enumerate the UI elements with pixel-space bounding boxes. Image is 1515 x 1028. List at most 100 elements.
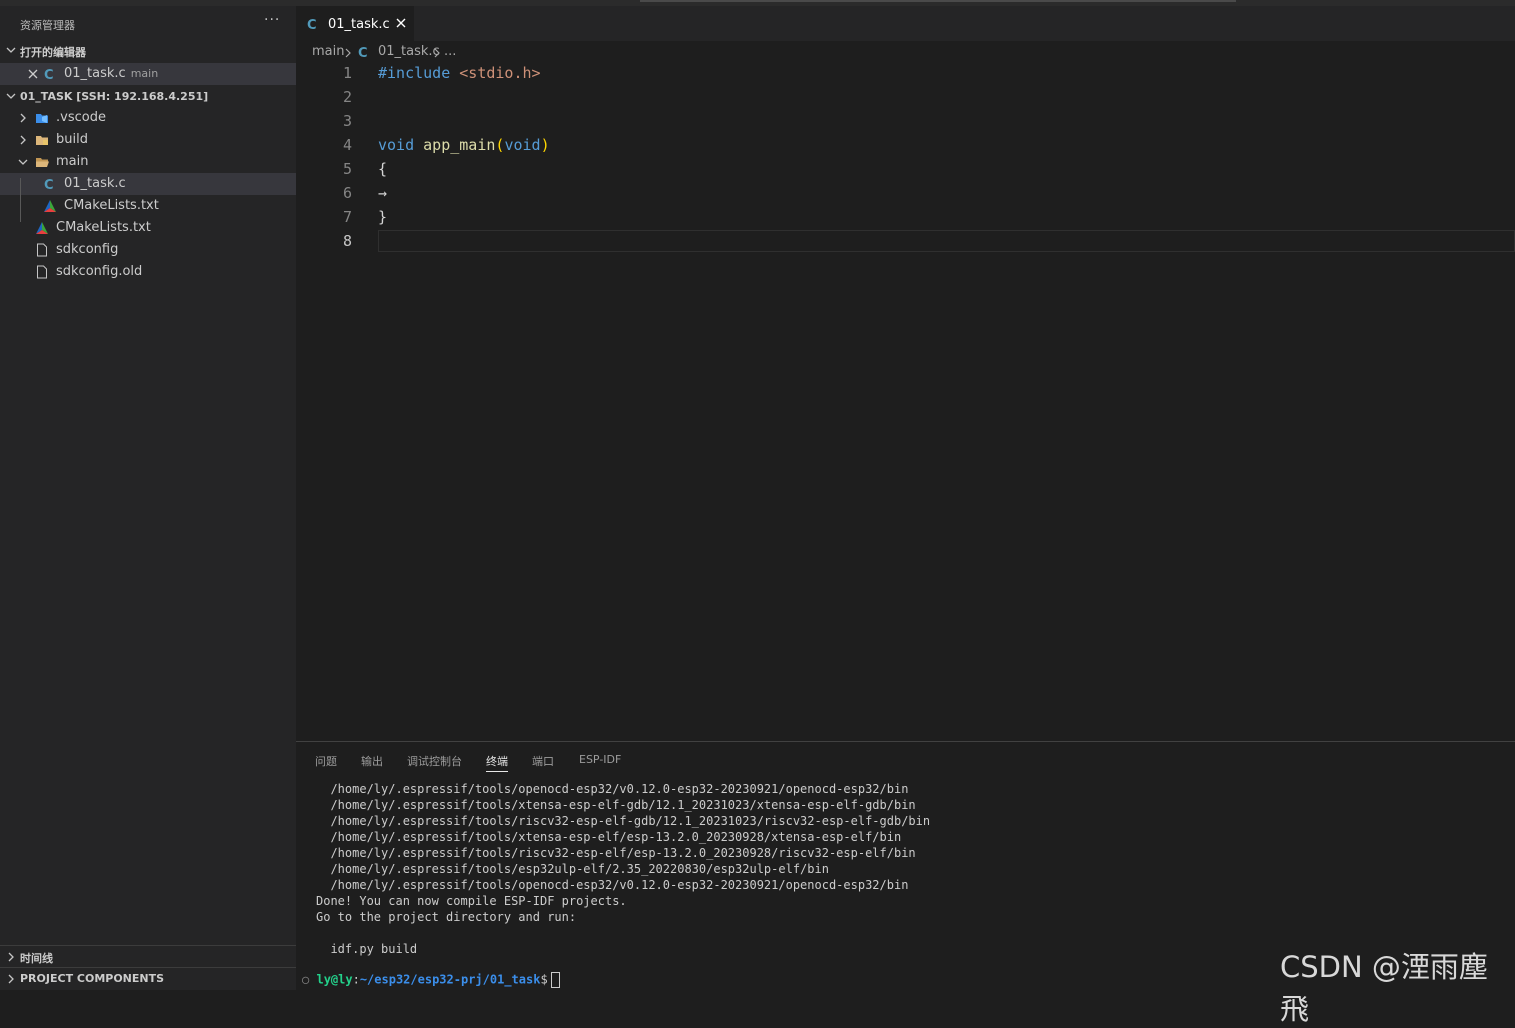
- explorer-header: 资源管理器 ···: [0, 6, 296, 40]
- editor-tab-bar: C 01_task.c: [296, 6, 1515, 42]
- workspace-label: 01_TASK [SSH: 192.168.4.251]: [20, 90, 209, 103]
- breadcrumb-main[interactable]: main: [312, 44, 344, 59]
- tree-item-build[interactable]: build: [0, 129, 296, 151]
- terminal-output[interactable]: /home/ly/.espressif/tools/openocd-esp32/…: [316, 781, 930, 957]
- tree-item-main[interactable]: main: [0, 151, 296, 173]
- title-bar-scroll: [640, 0, 1236, 2]
- tree-item-sdkconfig[interactable]: sdkconfig: [0, 239, 296, 261]
- terminal-line: /home/ly/.espressif/tools/xtensa-esp-elf…: [316, 830, 902, 844]
- code-line: 3: [296, 110, 1515, 134]
- open-editor-item[interactable]: C 01_task.c main: [0, 63, 296, 85]
- timeline-label: 时间线: [20, 952, 53, 965]
- svg-text:C: C: [44, 178, 54, 191]
- tab-debug-console[interactable]: 调试控制台: [407, 753, 462, 769]
- prompt-dollar: $: [540, 972, 548, 987]
- folder-icon: [36, 136, 48, 145]
- open-editor-name: 01_task.c: [64, 66, 126, 81]
- c-file-icon: C: [44, 178, 54, 191]
- watermark: CSDN @湮雨塵飛: [1280, 950, 1488, 1026]
- tab-01-task-c[interactable]: C 01_task.c: [296, 6, 414, 42]
- token-brace-open: {: [378, 160, 388, 178]
- workspace-section[interactable]: 01_TASK [SSH: 192.168.4.251]: [0, 86, 296, 108]
- tree-item-label: .vscode: [56, 110, 106, 125]
- line-number: 6: [342, 184, 352, 202]
- terminal-prompt[interactable]: ○ ly@ly:~/esp32/esp32-prj/01_task$: [302, 972, 560, 988]
- code-editor[interactable]: 1 #include <stdio.h> 2 3 4 void app_main…: [296, 62, 1515, 740]
- breadcrumb-symbol[interactable]: ...: [444, 44, 456, 59]
- terminal-line: Go to the project directory and run:: [316, 910, 577, 924]
- code-line: 7 }: [296, 206, 1515, 230]
- terminal-line: idf.py build: [316, 942, 418, 956]
- tab-ports[interactable]: 端口: [532, 753, 554, 769]
- explorer-title: 资源管理器: [20, 19, 75, 32]
- terminal-line: /home/ly/.espressif/tools/openocd-esp32/…: [316, 878, 909, 892]
- token-function-name: app_main: [423, 136, 496, 154]
- terminal-line: /home/ly/.espressif/tools/openocd-esp32/…: [316, 782, 909, 796]
- chevron-right-icon: [345, 48, 351, 58]
- more-actions-button[interactable]: ···: [264, 12, 280, 28]
- chevron-down-icon: [18, 159, 28, 165]
- terminal-line: /home/ly/.espressif/tools/xtensa-esp-elf…: [316, 798, 916, 812]
- tab-output[interactable]: 输出: [361, 753, 383, 769]
- tree-item-label: sdkconfig: [56, 242, 119, 257]
- project-components-label: PROJECT COMPONENTS: [20, 972, 165, 985]
- folder-open-icon: [36, 158, 49, 167]
- svg-text:C: C: [358, 46, 368, 59]
- chevron-down-icon: [6, 47, 16, 53]
- c-file-icon: C: [44, 68, 54, 81]
- prompt-status-dot: ○: [302, 972, 310, 987]
- vscode-folder-icon: [36, 114, 48, 123]
- code-line: 2: [296, 86, 1515, 110]
- tree-item-01-task-c[interactable]: C 01_task.c: [0, 173, 296, 195]
- tab-problems[interactable]: 问题: [315, 753, 337, 769]
- tree-item-cmakelists[interactable]: CMakeLists.txt: [0, 217, 296, 239]
- file-icon: [37, 265, 47, 279]
- line-number: 4: [342, 136, 352, 154]
- tree-item-vscode[interactable]: .vscode: [0, 107, 296, 129]
- terminal-cursor: [550, 972, 560, 988]
- tab-terminal[interactable]: 终端: [486, 753, 508, 772]
- code-line: 4 void app_main(void): [296, 134, 1515, 158]
- chevron-right-icon: [8, 974, 14, 984]
- tree-item-label: build: [56, 132, 88, 147]
- terminal-line: Done! You can now compile ESP-IDF projec…: [316, 894, 627, 908]
- open-editors-label: 打开的编辑器: [20, 46, 86, 59]
- terminal-line: /home/ly/.espressif/tools/esp32ulp-elf/2…: [316, 862, 829, 876]
- token-void: void: [378, 136, 415, 154]
- code-line: 6 →: [296, 182, 1515, 206]
- chevron-down-icon: [6, 93, 16, 99]
- tree-item-sdkconfig-old[interactable]: sdkconfig.old: [0, 261, 296, 283]
- cmake-icon: [44, 200, 56, 212]
- tree-item-label: main: [56, 154, 89, 169]
- chevron-right-icon: [8, 952, 14, 962]
- project-components-section[interactable]: PROJECT COMPONENTS: [0, 967, 296, 990]
- close-icon[interactable]: [394, 16, 408, 30]
- open-editors-section[interactable]: 打开的编辑器: [0, 40, 296, 62]
- tree-item-label: 01_task.c: [64, 176, 126, 191]
- tree-item-label: CMakeLists.txt: [64, 198, 159, 213]
- explorer-sidebar: 资源管理器 ··· 打开的编辑器 C 01_task.c main 01_TASK…: [0, 6, 296, 990]
- breadcrumb-file[interactable]: 01_task.c: [378, 44, 440, 59]
- tree-item-label: sdkconfig.old: [56, 264, 143, 279]
- terminal-line: /home/ly/.espressif/tools/riscv32-esp-el…: [316, 846, 916, 860]
- tree-item-label: CMakeLists.txt: [56, 220, 151, 235]
- token-void-param: void: [504, 136, 541, 154]
- tab-esp-idf[interactable]: ESP-IDF: [579, 753, 621, 766]
- timeline-section[interactable]: 时间线: [0, 945, 296, 968]
- prompt-path: ~/esp32/esp32-prj/01_task: [359, 972, 541, 987]
- code-line-current: 8: [296, 230, 1515, 254]
- file-icon: [37, 243, 47, 257]
- close-icon[interactable]: [26, 67, 40, 81]
- chevron-right-icon: [20, 135, 26, 145]
- token-brace-close: }: [378, 208, 388, 226]
- code-line: 5 {: [296, 158, 1515, 182]
- c-file-icon: C: [307, 18, 317, 31]
- svg-text:C: C: [307, 18, 317, 31]
- cmake-icon: [36, 222, 48, 234]
- tree-item-main-cmakelists[interactable]: CMakeLists.txt: [0, 195, 296, 217]
- c-file-icon: C: [358, 46, 368, 59]
- line-number: 2: [342, 88, 352, 106]
- token-header: <stdio.h>: [459, 64, 541, 82]
